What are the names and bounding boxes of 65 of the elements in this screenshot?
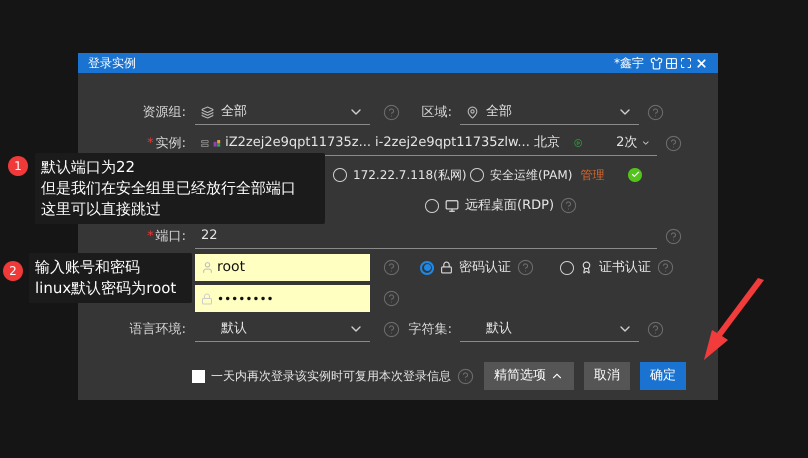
instance-city: 北京: [534, 134, 560, 152]
radio-button[interactable]: [470, 168, 484, 182]
required-mark: *: [147, 228, 154, 246]
fullscreen-icon[interactable]: [680, 57, 692, 69]
network-option[interactable]: 172.22.7.118(私网): [353, 166, 467, 184]
confirm-button[interactable]: 确定: [640, 362, 686, 390]
help-icon[interactable]: [383, 259, 400, 276]
network-option[interactable]: 安全运维(PAM): [490, 166, 572, 184]
auth-option[interactable]: 证书认证: [599, 258, 651, 278]
callout-note: 默认端口为22 但是我们在安全组里已经放行全部端口 这里可以直接跳过: [35, 153, 325, 224]
monitor-icon: [445, 198, 459, 212]
instance-id: i-2zej2e9qpt11735zlw...: [375, 134, 530, 152]
radio-button[interactable]: [420, 260, 434, 274]
help-icon[interactable]: [457, 368, 474, 384]
user-icon: [201, 261, 214, 274]
select-field[interactable]: 默认: [195, 318, 370, 342]
cancel-button[interactable]: 取消: [584, 362, 630, 390]
username-field[interactable]: root: [195, 254, 370, 281]
required-mark: *: [147, 134, 154, 153]
checkbox-label: 一天内再次登录该实例时可复用本次登录信息: [211, 368, 451, 385]
help-icon[interactable]: [517, 259, 534, 276]
help-icon[interactable]: [383, 290, 400, 307]
step-number-badge: 1: [8, 156, 28, 176]
layers-icon: [201, 106, 214, 118]
help-icon[interactable]: [560, 197, 578, 214]
help-icon[interactable]: [383, 321, 400, 338]
instance-name: iZ2zej2e9qpt11735z...: [225, 134, 372, 152]
lock-icon: [201, 292, 213, 304]
pin-icon: [466, 106, 479, 118]
grid-icon[interactable]: [665, 56, 678, 70]
window-title: 登录实例: [88, 55, 137, 72]
field-label: 端口:: [156, 228, 186, 246]
radio-button[interactable]: [333, 168, 347, 182]
select-field[interactable]: 默认: [460, 318, 639, 342]
shirt-icon[interactable]: [650, 56, 663, 70]
play-icon: [574, 136, 582, 150]
help-icon[interactable]: [647, 321, 664, 338]
step-number-badge: 2: [3, 261, 23, 281]
radio-button[interactable]: [425, 198, 439, 212]
close-icon[interactable]: [695, 56, 708, 70]
options-toggle-button[interactable]: 精简选项: [484, 362, 574, 390]
success-icon: [628, 168, 642, 182]
user-name: *鑫宇: [614, 55, 644, 72]
lock-icon: [440, 261, 453, 274]
callout-note: 输入账号和密码 linux默认密码为root: [29, 253, 192, 303]
radio-button[interactable]: [560, 260, 574, 274]
select-field[interactable]: 全部: [460, 100, 639, 124]
award-icon: [580, 261, 593, 274]
help-icon[interactable]: [383, 104, 400, 121]
help-icon[interactable]: [665, 228, 682, 245]
help-icon[interactable]: [647, 104, 664, 121]
password-field[interactable]: ••••••••: [195, 285, 370, 312]
field-label: 区域:: [422, 104, 452, 122]
field-label: 实例:: [156, 134, 186, 153]
auth-option[interactable]: 密码认证: [459, 258, 511, 278]
help-icon[interactable]: [665, 135, 682, 152]
protocol-option[interactable]: 远程桌面(RDP): [465, 196, 554, 216]
field-label: 资源组:: [142, 104, 186, 122]
checkbox[interactable]: [192, 370, 205, 382]
manage-link[interactable]: 管理: [580, 166, 604, 184]
help-icon[interactable]: [657, 259, 674, 276]
select-field[interactable]: 全部: [195, 100, 370, 124]
field-label: 字符集:: [408, 320, 452, 339]
field-label: 语言环境:: [130, 320, 186, 339]
login-count: 2次: [616, 134, 638, 152]
